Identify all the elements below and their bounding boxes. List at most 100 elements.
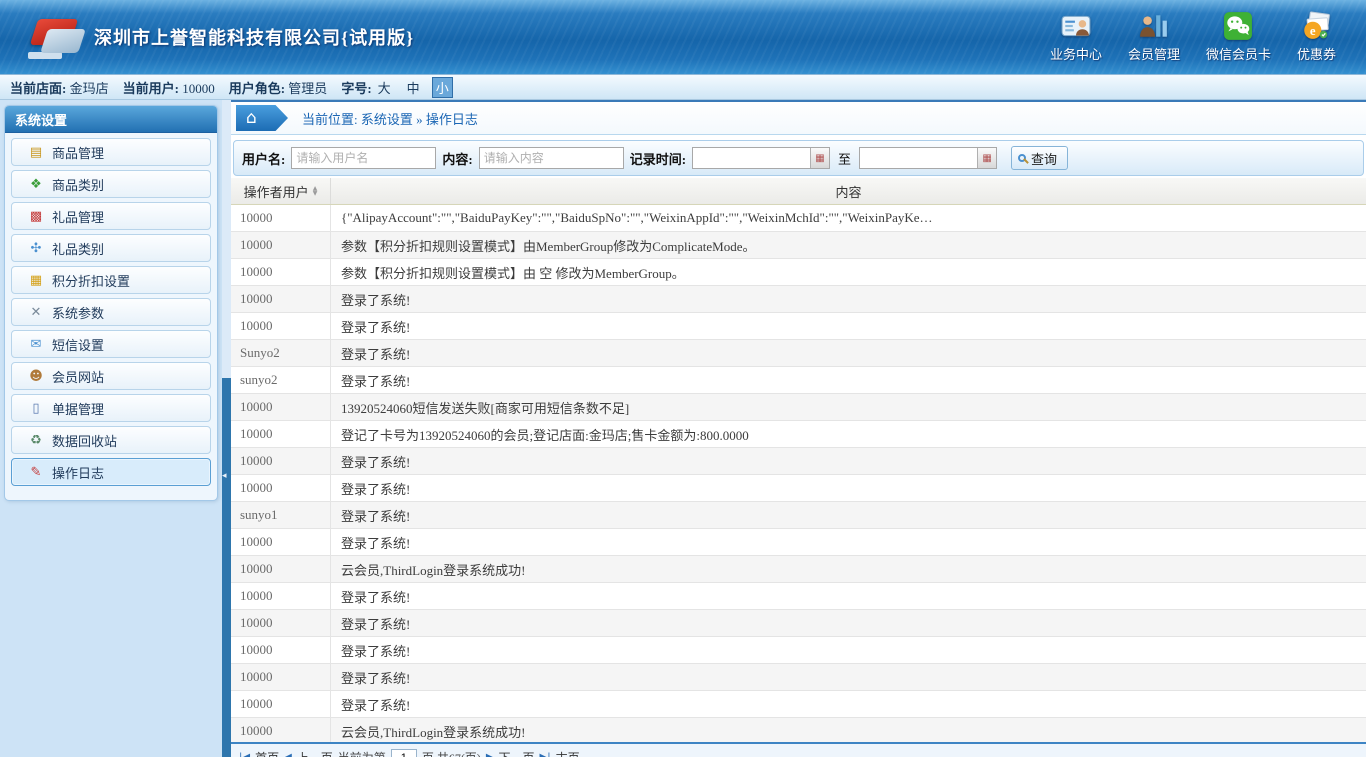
table-row[interactable]: Sunyo2 登录了系统! (231, 340, 1366, 367)
sidebar-item-operation-log[interactable]: ✎ 操作日志 (11, 458, 211, 486)
table-row[interactable]: 10000 登录了系统! (231, 610, 1366, 637)
table-row[interactable]: 10000 登录了系统! (231, 448, 1366, 475)
breadcrumb-current: 操作日志 (426, 112, 478, 127)
column-operator[interactable]: 操作者用户 ▲▼ (231, 178, 331, 204)
table-row[interactable]: 10000 登录了系统! (231, 286, 1366, 313)
goods-category-icon: ❖ (28, 177, 44, 192)
table-row[interactable]: 10000 登录了系统! (231, 475, 1366, 502)
gift-management-icon: ▩ (28, 209, 44, 224)
cell-operator: 10000 (231, 286, 331, 312)
collapse-left-icon[interactable]: ◂ (222, 472, 227, 481)
table-row[interactable]: 10000 参数【积分折扣规则设置模式】由 空 修改为MemberGroup。 (231, 259, 1366, 286)
font-size-button[interactable]: 中 (403, 77, 424, 98)
table-row[interactable]: sunyo1 登录了系统! (231, 502, 1366, 529)
table-header: 操作者用户 ▲▼ 内容 (231, 178, 1366, 205)
first-page-icon[interactable]: |◀ (239, 752, 250, 757)
sidebar-item-member-site[interactable]: ☻ 会员网站 (11, 362, 211, 390)
home-icon[interactable]: ⌂ (236, 105, 288, 131)
cell-operator: 10000 (231, 205, 331, 231)
nav-member-management[interactable]: 会员管理 (1128, 11, 1180, 63)
first-page-button[interactable]: 首页 (255, 749, 279, 757)
sidebar-splitter[interactable]: ◂ (222, 100, 231, 757)
table-row[interactable]: 10000 云会员,ThirdLogin登录系统成功! (231, 556, 1366, 583)
system-params-icon: ✕ (28, 305, 44, 320)
splitter-thumb[interactable] (222, 378, 231, 757)
filter-bar: 用户名: 内容: 记录时间: ▦ 至 ▦ 查询 (233, 140, 1364, 176)
cell-content: 13920524060短信发送失败[商家可用短信条数不足] (331, 394, 1366, 420)
sidebar-item-sms-settings[interactable]: ✉ 短信设置 (11, 330, 211, 358)
table-row[interactable]: sunyo2 登录了系统! (231, 367, 1366, 394)
role-value: 管理员 (288, 81, 327, 96)
prev-page-button[interactable]: 上一页 (297, 749, 333, 757)
table-row[interactable]: 10000 参数【积分折扣规则设置模式】由MemberGroup修改为Compl… (231, 232, 1366, 259)
table-row[interactable]: 10000 登录了系统! (231, 313, 1366, 340)
table-row[interactable]: 10000 13920524060短信发送失败[商家可用短信条数不足] (231, 394, 1366, 421)
cell-operator: 10000 (231, 313, 331, 339)
last-page-icon[interactable]: ▶| (540, 752, 551, 757)
member-site-icon: ☻ (28, 369, 44, 384)
cell-content: 登录了系统! (331, 637, 1366, 663)
cell-content: 登录了系统! (331, 664, 1366, 690)
table-row[interactable]: 10000 登录了系统! (231, 664, 1366, 691)
calendar-icon[interactable]: ▦ (810, 148, 829, 168)
cell-operator: 10000 (231, 556, 331, 582)
sidebar-item-bill-management[interactable]: ▯ 单据管理 (11, 394, 211, 422)
top-banner: 深圳市上誉智能科技有限公司{试用版} 业务中心 会员管理 微信会员卡 e 优惠券 (0, 0, 1366, 74)
cell-content: 登录了系统! (331, 286, 1366, 312)
cell-content: 登录了系统! (331, 529, 1366, 555)
date-to-input[interactable] (860, 148, 977, 168)
prev-page-icon[interactable]: ◀ (284, 752, 292, 757)
calendar-icon[interactable]: ▦ (977, 148, 996, 168)
next-page-icon[interactable]: ▶ (486, 752, 494, 757)
coupon-icon: e (1301, 11, 1331, 41)
next-page-button[interactable]: 下一页 (499, 749, 535, 757)
cell-operator: 10000 (231, 421, 331, 447)
content-area: ⌂ 当前位置: 系统设置 » 操作日志 用户名: 内容: 记录时间: ▦ 至 (231, 100, 1366, 757)
username-input[interactable] (291, 147, 436, 169)
sidebar-panel: 系统设置 ▤ 商品管理 ❖ 商品类别 ▩ 礼品管理 ✣ 礼品类别 ▦ 积分折扣设… (4, 105, 218, 501)
last-page-button[interactable]: 末页 (556, 749, 580, 757)
table-row[interactable]: 10000 登录了系统! (231, 529, 1366, 556)
cell-content: 云会员,ThirdLogin登录系统成功! (331, 718, 1366, 742)
username-label: 用户名: (242, 149, 285, 168)
nav-coupon[interactable]: e 优惠券 (1297, 11, 1336, 63)
status-bar: 当前店面: 金玛店 当前用户: 10000 用户角色: 管理员 字号: 大中小 (0, 74, 1366, 100)
cell-content: 云会员,ThirdLogin登录系统成功! (331, 556, 1366, 582)
cell-operator: 10000 (231, 637, 331, 663)
company-logo (28, 17, 86, 61)
sidebar-item-gift-management[interactable]: ▩ 礼品管理 (11, 202, 211, 230)
content-input[interactable] (479, 147, 624, 169)
cell-content: 参数【积分折扣规则设置模式】由 空 修改为MemberGroup。 (331, 259, 1366, 285)
table-row[interactable]: 10000 登记了卡号为13920524060的会员;登记店面:金玛店;售卡金额… (231, 421, 1366, 448)
table-row[interactable]: 10000 登录了系统! (231, 637, 1366, 664)
sidebar-item-system-params[interactable]: ✕ 系统参数 (11, 298, 211, 326)
sort-icon: ▲▼ (313, 186, 318, 196)
table-body: 10000 {"AlipayAccount":"","BaiduPayKey":… (231, 205, 1366, 742)
search-button[interactable]: 查询 (1011, 146, 1068, 170)
nav-business-center[interactable]: 业务中心 (1050, 11, 1102, 63)
table-row[interactable]: 10000 云会员,ThirdLogin登录系统成功! (231, 718, 1366, 742)
member-management-icon (1139, 11, 1169, 41)
nav-wechat-member-card[interactable]: 微信会员卡 (1206, 11, 1271, 63)
sidebar-item-points-discount[interactable]: ▦ 积分折扣设置 (11, 266, 211, 294)
sidebar-item-goods-category[interactable]: ❖ 商品类别 (11, 170, 211, 198)
sidebar-title: 系统设置 (5, 106, 217, 133)
font-size-button[interactable]: 大 (374, 77, 395, 98)
date-from-input[interactable] (693, 148, 810, 168)
table-row[interactable]: 10000 登录了系统! (231, 691, 1366, 718)
business-center-icon (1061, 11, 1091, 41)
font-size-switcher: 大中小 (374, 77, 453, 98)
cell-content: 登录了系统! (331, 448, 1366, 474)
sidebar-item-goods-management[interactable]: ▤ 商品管理 (11, 138, 211, 166)
table-row[interactable]: 10000 {"AlipayAccount":"","BaiduPayKey":… (231, 205, 1366, 232)
font-size-button[interactable]: 小 (432, 77, 453, 98)
table-row[interactable]: 10000 登录了系统! (231, 583, 1366, 610)
page-current-prefix: 当前为第 (338, 749, 386, 757)
page-number-input[interactable] (391, 749, 417, 757)
cell-content: 登录了系统! (331, 502, 1366, 528)
cell-operator: 10000 (231, 664, 331, 690)
sidebar-item-gift-category[interactable]: ✣ 礼品类别 (11, 234, 211, 262)
cell-content: 参数【积分折扣规则设置模式】由MemberGroup修改为ComplicateM… (331, 232, 1366, 258)
log-table: 操作者用户 ▲▼ 内容 10000 {"AlipayAccount":"","B… (231, 178, 1366, 742)
sidebar-item-data-recycle[interactable]: ♻ 数据回收站 (11, 426, 211, 454)
